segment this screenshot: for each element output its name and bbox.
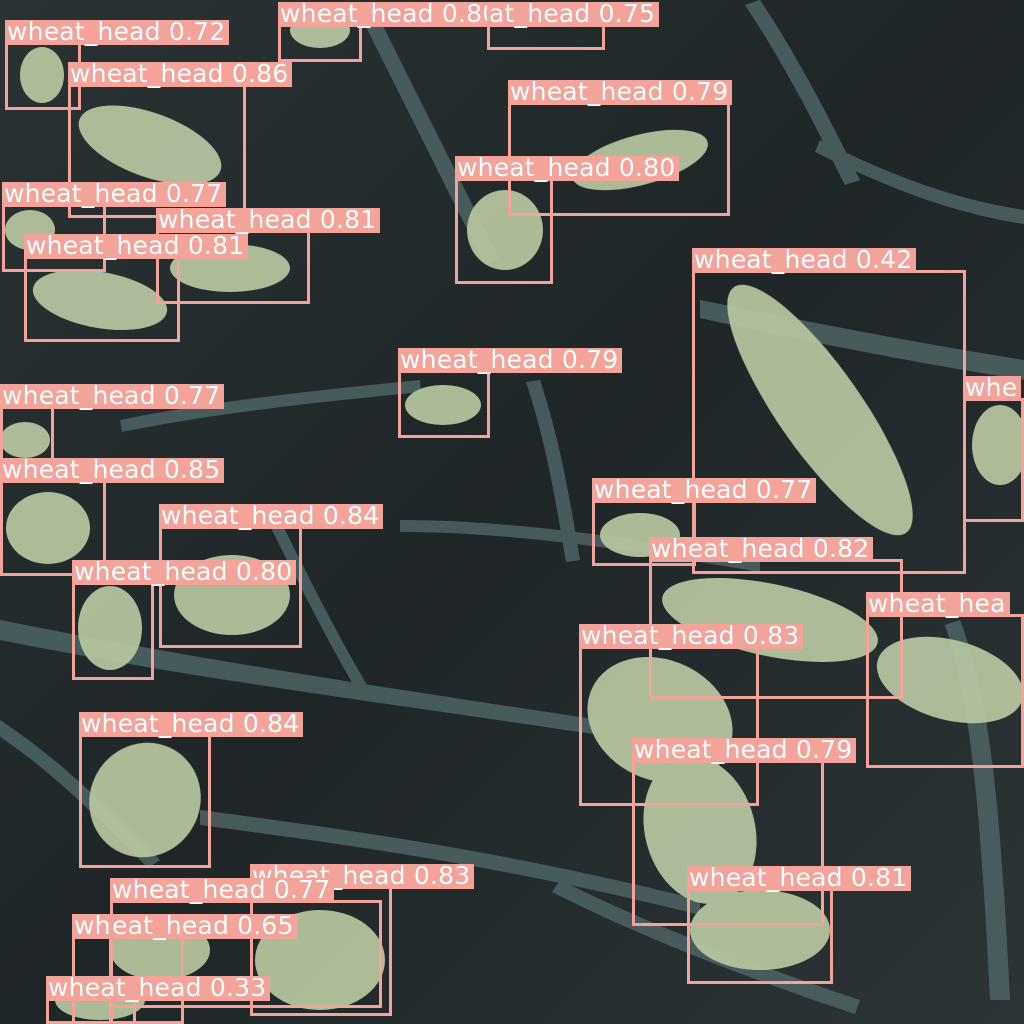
detection-box: wheat_head 0.80 bbox=[455, 155, 680, 284]
detection-label: wheat_head 0.81 bbox=[24, 233, 249, 259]
detection-label: wheat_head 0.84 bbox=[79, 711, 304, 737]
detection-label: whe bbox=[963, 375, 1022, 401]
detection-label: wheat_head 0.80 bbox=[72, 559, 297, 585]
detection-label: eat_head 0.65 bbox=[110, 913, 298, 939]
detection-label: wheat_head 0.77 bbox=[592, 477, 817, 503]
detection-label: wheat_head 0.33 bbox=[46, 975, 271, 1001]
detection-label: at_head 0.75 bbox=[487, 1, 660, 27]
detection-label: wheat_head 0.72 bbox=[5, 19, 230, 45]
detection-label: wheat_head 0.77 bbox=[2, 181, 227, 207]
detection-label: wheat_head 0.77 bbox=[110, 877, 335, 903]
detection-label: wheat_head 0.79 bbox=[508, 79, 733, 105]
detection-box: wheat_head 0.42 bbox=[692, 247, 966, 574]
detection-label: wheat_head 0.84 bbox=[159, 503, 384, 529]
detection-label: wheat_head 0.86 bbox=[68, 61, 293, 87]
detection-label: wheat_head 0.81 bbox=[687, 865, 912, 891]
detection-box: wheat_head 0.79 bbox=[398, 347, 623, 438]
detection-label: wheat_head 0.83 bbox=[579, 623, 804, 649]
detection-label: wheat_head 0.82 bbox=[649, 536, 874, 562]
detection-box: wheat_head 0.81 bbox=[687, 865, 912, 984]
detection-box: wheat_head 0.33 bbox=[46, 975, 271, 1024]
detection-box: wheat_head 0.84 bbox=[79, 711, 304, 868]
detection-label: wheat_head 0.79 bbox=[398, 347, 623, 373]
detection-label: wh bbox=[72, 913, 115, 939]
detection-box: at_head 0.75 bbox=[487, 1, 660, 50]
detection-label: wheat_head 0.42 bbox=[692, 247, 917, 273]
detection-label: wheat_head 0.85 bbox=[0, 457, 225, 483]
detection-label: wheat_head 0.81 bbox=[156, 207, 381, 233]
detection-label: wheat_head 0.80 bbox=[278, 1, 503, 27]
detection-box: wheat_hea bbox=[866, 591, 1024, 768]
detection-label: wheat_head 0.77 bbox=[0, 383, 225, 409]
detection-box: whe bbox=[963, 375, 1024, 522]
detection-overlay: wheat_head 0.80 at_head 0.75 wheat_head 0.… bbox=[0, 0, 1024, 1024]
detection-box: wheat_head 0.84 bbox=[159, 503, 384, 648]
detection-label: wheat_hea bbox=[866, 591, 1010, 617]
detection-label: wheat_head 0.80 bbox=[455, 155, 680, 181]
detection-box: wheat_head 0.80 bbox=[72, 559, 297, 680]
detection-label: wheat_head 0.79 bbox=[632, 737, 857, 763]
detection-box: wheat_head 0.81 bbox=[24, 233, 249, 342]
detection-box: wheat_head 0.80 bbox=[278, 1, 503, 62]
